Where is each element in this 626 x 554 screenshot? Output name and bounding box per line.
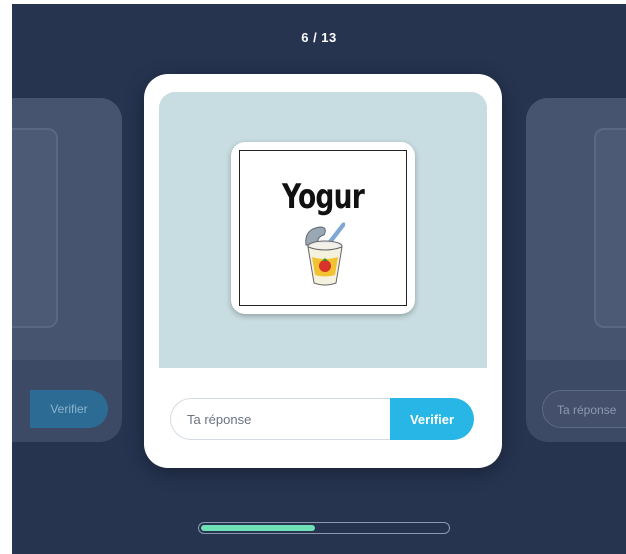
next-card-answer-input[interactable]: Ta réponse	[542, 390, 626, 428]
next-card-frame	[594, 128, 626, 328]
flashcard-stage: 6 / 13 Verifier Ta réponse Yogur Ta répo…	[12, 4, 626, 554]
knife-icon	[12, 222, 14, 242]
previous-card-frame	[12, 128, 58, 328]
previous-card-image-area	[12, 98, 122, 360]
next-card[interactable]: Ta réponse	[526, 98, 626, 442]
flashcard-picture-border: Yogur	[239, 150, 407, 306]
progress-bar	[198, 522, 450, 534]
flashcard: Yogur Ta réponse Verifier	[144, 74, 502, 468]
answer-input[interactable]	[170, 398, 398, 440]
answer-row: Verifier	[170, 398, 474, 440]
previous-card[interactable]: Verifier	[12, 98, 122, 442]
progress-bar-fill	[201, 525, 315, 531]
next-card-image-area	[526, 98, 626, 360]
flashcard-image-area: Yogur	[159, 92, 487, 368]
flashcard-picture: Yogur	[231, 142, 415, 314]
card-counter: 6 / 13	[301, 30, 337, 45]
previous-card-verify-button[interactable]: Verifier	[30, 390, 108, 428]
verify-button[interactable]: Verifier	[390, 398, 474, 440]
flashcard-word: Yogur	[281, 177, 365, 217]
yogurt-cup-icon	[305, 222, 346, 286]
